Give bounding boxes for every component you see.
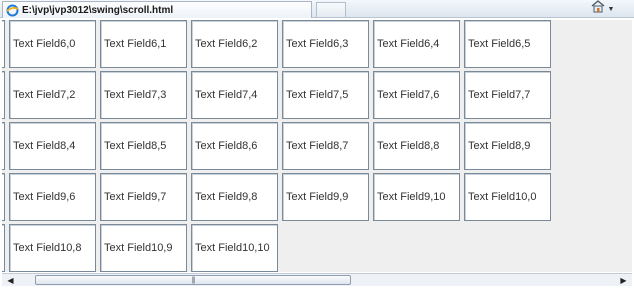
text-field[interactable]: xt Field10,7	[2, 224, 5, 272]
text-field[interactable]: Text Field10,9	[100, 224, 187, 272]
scrollbar-grip: |||	[191, 276, 196, 284]
text-field[interactable]: Text Field9,9	[282, 173, 369, 221]
text-field[interactable]: Text Field9,6	[9, 173, 96, 221]
browser-tab-bar: E:\jvp\jvp3012\swing\scroll.html ▼	[0, 0, 634, 18]
new-tab-button[interactable]	[316, 2, 346, 17]
text-field[interactable]: Text Field10,8	[9, 224, 96, 272]
text-field[interactable]: Text Field7,3	[100, 71, 187, 119]
text-field[interactable]: Text Field7,4	[191, 71, 278, 119]
text-field[interactable]: xt Field7,1	[2, 71, 5, 119]
text-field[interactable]: Text Field6,5	[464, 20, 551, 68]
ie-icon	[6, 4, 19, 17]
home-button[interactable]: ▼	[584, 0, 620, 18]
text-field[interactable]: Text Field8,9	[464, 122, 551, 170]
window-bottom-edge	[0, 286, 634, 294]
text-field[interactable]: Text Field6,3	[282, 20, 369, 68]
text-field[interactable]: xt Field9,5	[2, 173, 5, 221]
text-field[interactable]: Text Field10,10	[191, 224, 278, 272]
text-field[interactable]: Text Field8,6	[191, 122, 278, 170]
chevron-down-icon: ▼	[607, 5, 615, 13]
text-field[interactable]: Text Field9,10	[373, 173, 460, 221]
tab-title: E:\jvp\jvp3012\swing\scroll.html	[22, 4, 174, 16]
text-field[interactable]: Text Field9,8	[191, 173, 278, 221]
text-field[interactable]: Text Field7,6	[373, 71, 460, 119]
text-field[interactable]: Text Field8,8	[373, 122, 460, 170]
horizontal-scrollbar[interactable]: ◀ ||| ▶	[2, 273, 632, 286]
browser-tab-active[interactable]: E:\jvp\jvp3012\swing\scroll.html	[2, 1, 312, 18]
text-field[interactable]: xt Field8,3	[2, 122, 5, 170]
text-field[interactable]: Text Field7,2	[9, 71, 96, 119]
text-field[interactable]: Text Field6,2	[191, 20, 278, 68]
text-field[interactable]: Text Field10,0	[464, 173, 551, 221]
scroll-left-icon[interactable]: ◀	[4, 274, 17, 286]
text-field[interactable]: Text Field8,5	[100, 122, 187, 170]
scroll-pane-viewport[interactable]: xt Field5,10Text Field6,0Text Field6,1Te…	[2, 20, 632, 272]
home-icon	[590, 0, 606, 18]
text-field[interactable]: Text Field8,4	[9, 122, 96, 170]
text-field[interactable]: Text Field8,7	[282, 122, 369, 170]
scroll-right-icon[interactable]: ▶	[617, 274, 630, 286]
text-field[interactable]: Text Field6,1	[100, 20, 187, 68]
scrollbar-thumb[interactable]: |||	[35, 275, 351, 285]
text-field[interactable]: Text Field6,0	[9, 20, 96, 68]
text-field[interactable]: Text Field7,5	[282, 71, 369, 119]
text-field[interactable]: xt Field5,10	[2, 20, 5, 68]
text-field[interactable]: Text Field7,7	[464, 71, 551, 119]
text-field[interactable]: Text Field9,7	[100, 173, 187, 221]
text-field[interactable]: Text Field6,4	[373, 20, 460, 68]
